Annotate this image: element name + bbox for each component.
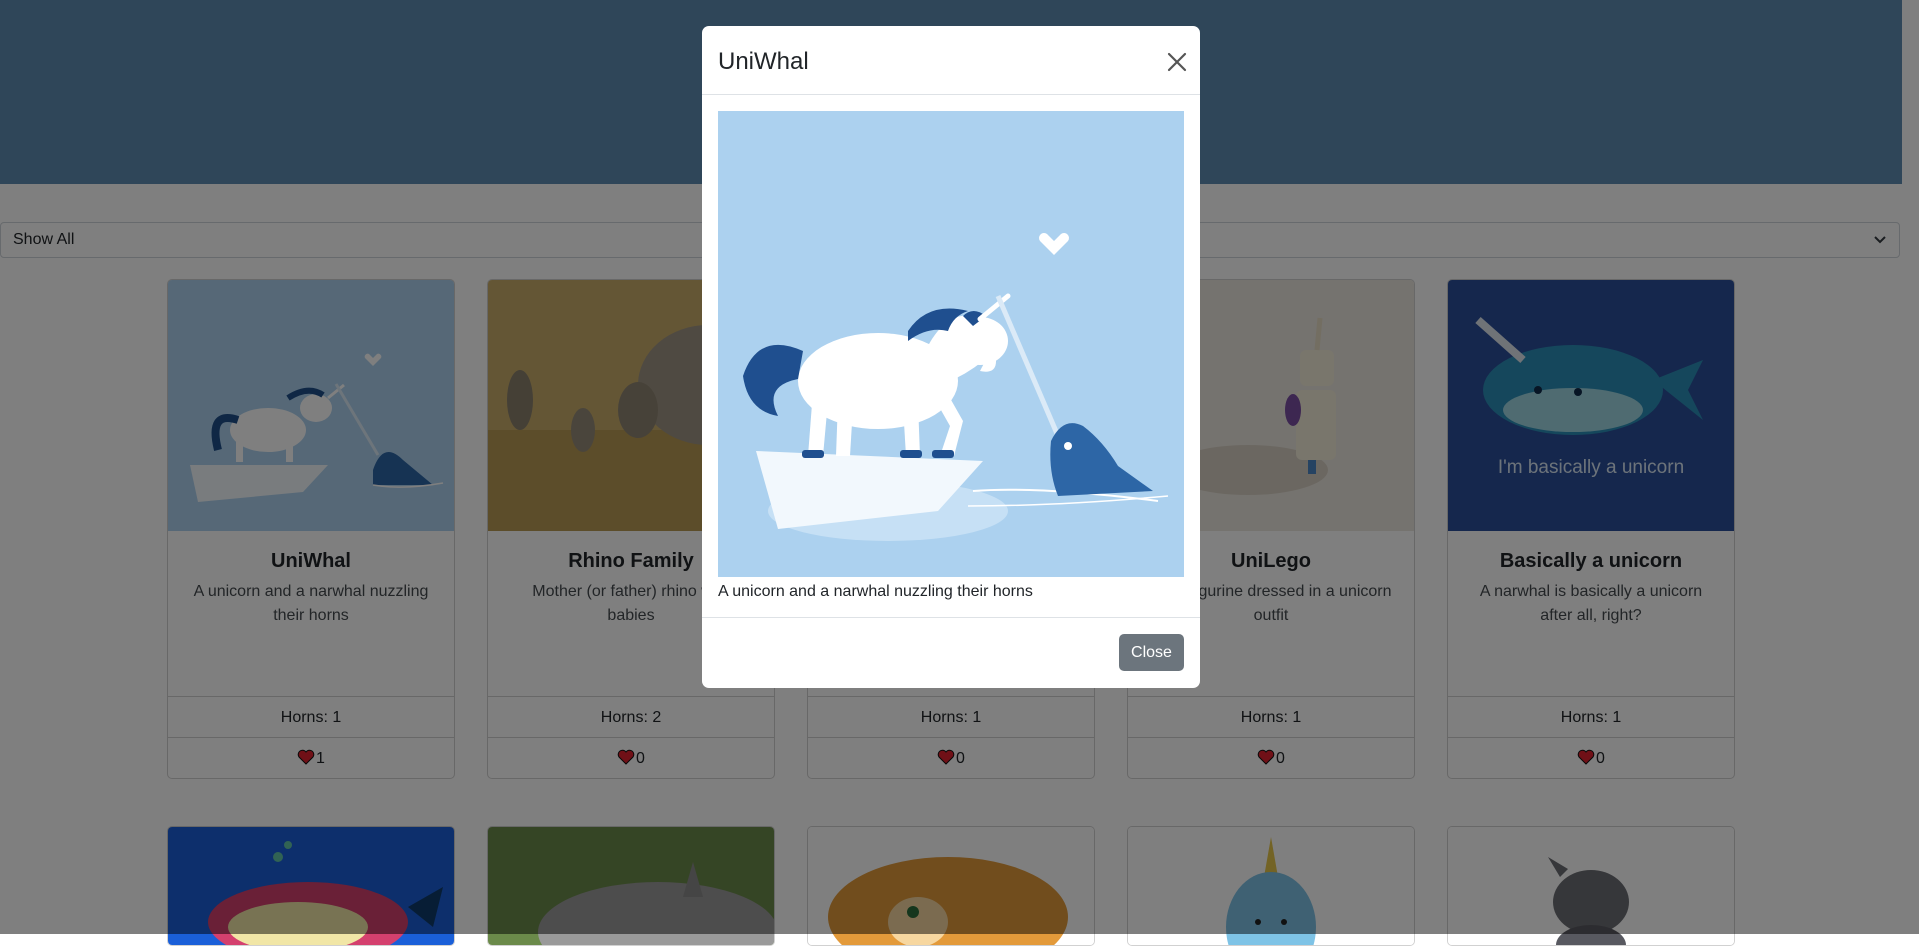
- modal-footer-divider: [702, 617, 1200, 618]
- beast-modal: UniWhal A unicorn and a narwhal nuzzling…: [702, 26, 1200, 688]
- close-button[interactable]: Close: [1119, 634, 1184, 671]
- modal-title: UniWhal: [718, 48, 809, 75]
- modal-header-divider: [702, 94, 1200, 95]
- modal-image: [718, 111, 1184, 577]
- modal-description: A unicorn and a narwhal nuzzling their h…: [718, 583, 1033, 600]
- close-icon[interactable]: [1163, 48, 1191, 76]
